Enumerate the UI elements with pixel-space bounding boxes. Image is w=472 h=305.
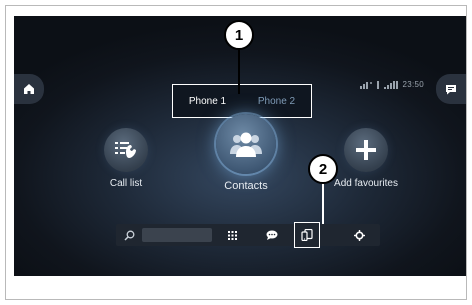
figure-frame: 23:50 Phone 1 Phone 2 Call list Contacts… [5, 5, 467, 300]
contacts-feature[interactable]: Contacts [206, 114, 286, 192]
message-icon [266, 230, 278, 240]
keypad-icon [227, 230, 237, 240]
add-favourites-feature[interactable]: Add favourites [326, 128, 406, 189]
device-transfer-button[interactable] [294, 222, 320, 248]
callout-2: 2 [308, 154, 338, 184]
bottom-dock [116, 222, 380, 248]
callout-1-leader [238, 46, 240, 94]
message-button[interactable] [252, 224, 292, 246]
contacts-icon [230, 132, 262, 157]
home-icon [24, 84, 34, 94]
contacts-button[interactable] [216, 114, 276, 174]
status-bar: 23:50 [360, 80, 424, 89]
callout-2-leader [322, 182, 324, 224]
call-list-button[interactable] [104, 128, 148, 172]
signal-strength-icon [384, 80, 399, 89]
device-transfer-icon [301, 229, 313, 241]
search-input[interactable] [142, 228, 212, 242]
phone-1-option[interactable]: Phone 1 [189, 96, 226, 107]
bluetooth-icon [377, 80, 380, 89]
network-icon [360, 81, 373, 89]
call-list-label: Call list [109, 178, 143, 189]
settings-icon [353, 229, 365, 241]
home-button[interactable] [14, 74, 44, 104]
call-list-feature[interactable]: Call list [96, 128, 156, 189]
messages-button[interactable] [436, 74, 466, 104]
phone-2-option[interactable]: Phone 2 [258, 96, 295, 107]
message-icon [446, 84, 456, 94]
head-unit-screen: 23:50 Phone 1 Phone 2 Call list Contacts… [14, 16, 466, 276]
phone-selector: Phone 1 Phone 2 [172, 84, 312, 118]
contacts-label: Contacts [224, 180, 268, 192]
search-button[interactable] [116, 224, 142, 246]
plus-icon [356, 140, 376, 160]
keypad-button[interactable] [212, 224, 252, 246]
add-favourites-button[interactable] [344, 128, 388, 172]
add-favourites-label: Add favourites [334, 178, 398, 189]
search-icon [123, 230, 134, 241]
callout-1: 1 [224, 20, 254, 50]
settings-button[interactable] [344, 224, 374, 246]
call-list-icon [115, 142, 136, 158]
clock: 23:50 [402, 80, 424, 89]
